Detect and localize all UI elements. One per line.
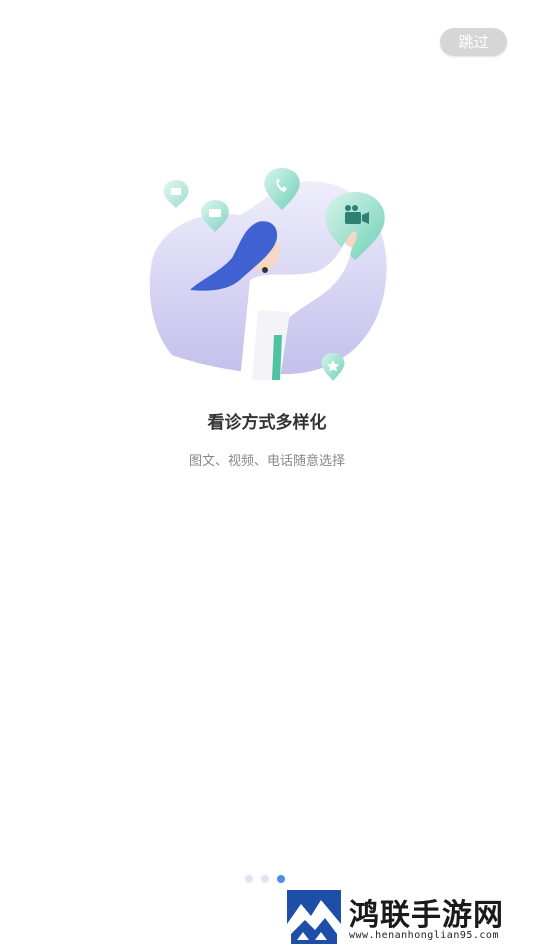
page-indicator xyxy=(245,875,285,883)
page-dot[interactable] xyxy=(245,875,253,883)
watermark-title: 鸿联手游网 xyxy=(349,898,504,933)
watermark-logo-icon xyxy=(287,890,341,944)
onboarding-title: 看诊方式多样化 xyxy=(207,413,327,433)
onboarding-subtitle: 图文、视频、电话随意选择 xyxy=(188,454,345,469)
star-pin-icon xyxy=(321,353,345,381)
page-dot[interactable] xyxy=(261,875,269,883)
skip-button[interactable]: 跳过 xyxy=(440,28,507,56)
onboarding-illustration xyxy=(149,168,387,381)
page-dot-active[interactable] xyxy=(277,875,285,883)
watermark: 鸿联手游网 www.henanhonglian95.com xyxy=(287,890,527,946)
chat-pin-icon xyxy=(163,180,189,208)
watermark-url: www.henanhonglian95.com xyxy=(349,930,499,941)
